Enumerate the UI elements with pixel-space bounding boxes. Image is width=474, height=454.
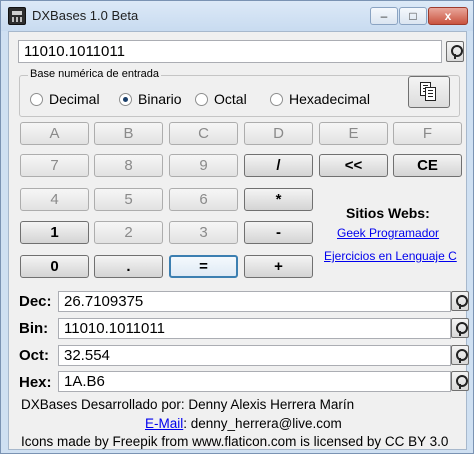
hex-search-button[interactable] — [451, 371, 469, 391]
subtract-button[interactable]: - — [244, 221, 313, 244]
oct-label: Oct: — [19, 347, 49, 364]
icon-credits: Icons made by Freepik from www.flaticon.… — [21, 434, 449, 449]
radio-hexadecimal[interactable]: Hexadecimal — [270, 91, 370, 107]
key-8[interactable]: 8 — [94, 154, 163, 177]
key-3[interactable]: 3 — [169, 221, 238, 244]
title-bar[interactable]: DXBases 1.0 Beta – □ x — [1, 1, 473, 31]
key-4[interactable]: 4 — [20, 188, 89, 211]
radio-binario-label: Binario — [138, 91, 182, 107]
radio-binario[interactable]: Binario — [119, 91, 182, 107]
link-ejercicios-lenguaje-c[interactable]: Ejercicios en Lenguaje C — [324, 249, 457, 263]
link-geek-programador[interactable]: Geek Programador — [337, 226, 439, 240]
oct-output[interactable]: 32.554 — [58, 345, 451, 366]
decimal-point-button[interactable]: . — [94, 255, 163, 278]
calculator-icon — [8, 7, 26, 25]
key-c[interactable]: C — [169, 122, 238, 145]
key-6[interactable]: 6 — [169, 188, 238, 211]
key-5[interactable]: 5 — [94, 188, 163, 211]
email-link[interactable]: E-Mail — [145, 416, 183, 431]
radio-octal-label: Octal — [214, 91, 247, 107]
magnifier-icon — [455, 294, 468, 309]
sites-title: Sitios Webs: — [346, 205, 430, 221]
input-search-button[interactable] — [446, 41, 464, 62]
dec-search-button[interactable] — [451, 291, 469, 311]
radio-hexadecimal-label: Hexadecimal — [289, 91, 370, 107]
bin-search-button[interactable] — [451, 318, 469, 338]
clear-entry-button[interactable]: CE — [393, 154, 462, 177]
radio-decimal-indicator[interactable] — [30, 92, 43, 106]
radio-octal[interactable]: Octal — [195, 91, 247, 107]
key-e[interactable]: E — [319, 122, 388, 145]
radio-decimal-label: Decimal — [49, 91, 100, 107]
radio-hexadecimal-indicator[interactable] — [270, 92, 283, 106]
key-d[interactable]: D — [244, 122, 313, 145]
key-a[interactable]: A — [20, 122, 89, 145]
dec-label: Dec: — [19, 293, 52, 310]
backspace-button[interactable]: << — [319, 154, 388, 177]
maximize-button[interactable]: □ — [399, 7, 427, 25]
minimize-button[interactable]: – — [370, 7, 398, 25]
radio-binario-indicator[interactable] — [119, 92, 132, 106]
dec-output[interactable]: 26.7109375 — [58, 291, 451, 312]
key-2[interactable]: 2 — [94, 221, 163, 244]
number-input[interactable]: 11010.1011011 — [18, 40, 442, 63]
bin-output[interactable]: 11010.1011011 — [58, 318, 451, 339]
close-button[interactable]: x — [428, 7, 468, 25]
key-b[interactable]: B — [94, 122, 163, 145]
magnifier-icon — [455, 321, 468, 336]
hex-label: Hex: — [19, 374, 52, 391]
key-1[interactable]: 1 — [20, 221, 89, 244]
magnifier-icon — [455, 374, 468, 389]
oct-search-button[interactable] — [451, 345, 469, 365]
base-group-label: Base numérica de entrada — [28, 68, 162, 80]
app-window: DXBases 1.0 Beta – □ x 11010.1011011 Bas… — [0, 0, 474, 454]
email-value: : denny_herrera@live.com — [183, 416, 342, 431]
key-9[interactable]: 9 — [169, 154, 238, 177]
magnifier-icon — [455, 348, 468, 363]
developer-credit: DXBases Desarrollado por: Denny Alexis H… — [21, 397, 355, 412]
bin-label: Bin: — [19, 320, 49, 337]
radio-octal-indicator[interactable] — [195, 92, 208, 106]
magnifier-icon — [450, 45, 463, 59]
multiply-button[interactable]: * — [244, 188, 313, 211]
base-group: Base numérica de entrada Decimal Binario… — [19, 68, 460, 117]
window-title: DXBases 1.0 Beta — [32, 8, 139, 23]
radio-decimal[interactable]: Decimal — [30, 91, 100, 107]
key-0[interactable]: 0 — [20, 255, 89, 278]
divide-button[interactable]: / — [244, 154, 313, 177]
key-f[interactable]: F — [393, 122, 462, 145]
client-area: 11010.1011011 Base numérica de entrada D… — [8, 31, 469, 450]
equals-button[interactable]: = — [169, 255, 238, 278]
add-button[interactable]: + — [244, 255, 313, 278]
copy-button[interactable] — [408, 76, 450, 108]
email-line: E-Mail: denny_herrera@live.com — [145, 416, 342, 431]
key-7[interactable]: 7 — [20, 154, 89, 177]
hex-output[interactable]: 1A.B6 — [58, 371, 451, 392]
copy-icon — [420, 82, 438, 102]
